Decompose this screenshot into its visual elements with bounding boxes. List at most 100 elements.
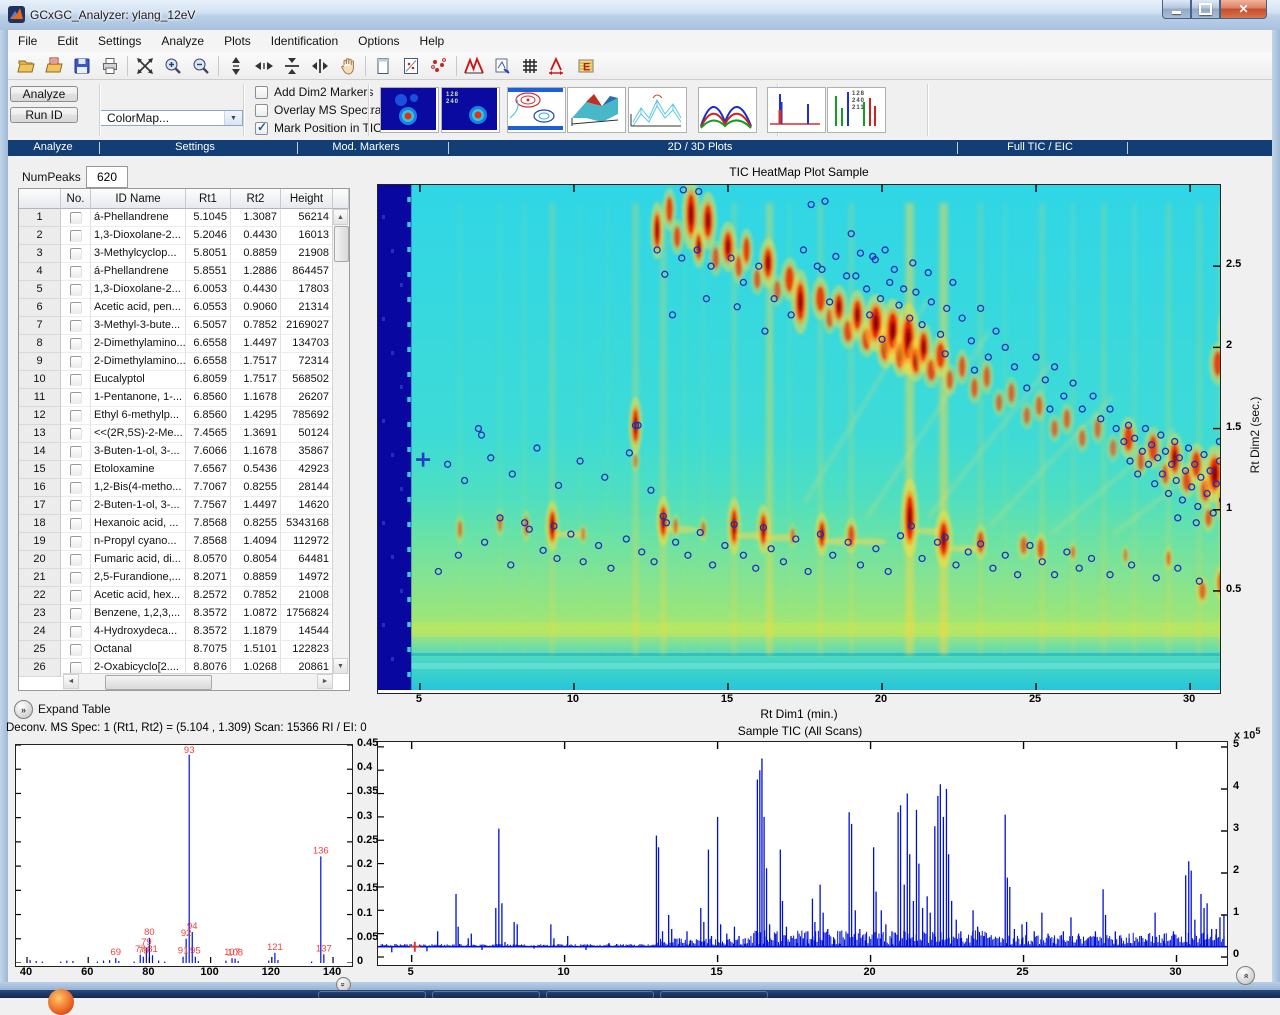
checkbox-add-dim2-markers[interactable]: Add Dim2 Markers bbox=[255, 85, 373, 99]
row-checkbox-cell[interactable] bbox=[61, 281, 91, 299]
cell-height[interactable]: 112972 bbox=[281, 533, 333, 551]
table-row[interactable]: 111-Pentanone, 1-...6.85601.167826207 bbox=[19, 389, 349, 407]
maximize-button[interactable] bbox=[1191, 0, 1220, 19]
cell-id-name[interactable]: Benzene, 1,2,3,... bbox=[91, 605, 186, 623]
cell-rt1[interactable]: 8.2071 bbox=[186, 569, 231, 587]
menu-item-analyze[interactable]: Analyze bbox=[151, 30, 214, 52]
cell-rt2[interactable]: 1.4497 bbox=[231, 497, 281, 515]
checkbox-mark-position-in-tic[interactable]: Mark Position in TIC bbox=[255, 121, 382, 135]
cell-height[interactable]: 14972 bbox=[281, 569, 333, 587]
cell-id-name[interactable]: n-Propyl cyano... bbox=[91, 533, 186, 551]
legend-export-button[interactable]: E bbox=[572, 53, 600, 79]
row-checkbox-cell[interactable] bbox=[61, 443, 91, 461]
row-checkbox-cell[interactable] bbox=[61, 317, 91, 335]
row-checkbox[interactable] bbox=[70, 338, 82, 350]
cell-rt1[interactable]: 8.7075 bbox=[186, 641, 231, 659]
menu-item-options[interactable]: Options bbox=[348, 30, 409, 52]
menu-item-settings[interactable]: Settings bbox=[88, 30, 151, 52]
cell-rt1[interactable]: 6.8560 bbox=[186, 407, 231, 425]
row-checkbox-cell[interactable] bbox=[61, 425, 91, 443]
cell-height[interactable]: 122823 bbox=[281, 641, 333, 659]
row-checkbox-cell[interactable] bbox=[61, 263, 91, 281]
row-checkbox[interactable] bbox=[70, 320, 82, 332]
cell-rt2[interactable]: 1.2886 bbox=[231, 263, 281, 281]
run-id-button[interactable]: Run ID bbox=[10, 107, 78, 123]
cell-rt1[interactable]: 7.6567 bbox=[186, 461, 231, 479]
cell-height[interactable]: 14544 bbox=[281, 623, 333, 641]
row-checkbox[interactable] bbox=[70, 482, 82, 494]
cell-rt1[interactable]: 8.3572 bbox=[186, 605, 231, 623]
checkbox-box[interactable] bbox=[255, 86, 268, 99]
row-checkbox[interactable] bbox=[70, 230, 82, 242]
cell-id-name[interactable]: Acetic acid, pen... bbox=[91, 299, 186, 317]
peak-width-button[interactable] bbox=[544, 53, 572, 79]
row-checkbox-cell[interactable] bbox=[61, 209, 91, 227]
cell-rt2[interactable]: 0.8859 bbox=[231, 245, 281, 263]
table-row[interactable]: 51,3-Dioxolane-2...6.00530.443017803 bbox=[19, 281, 349, 299]
cell-rt2[interactable]: 1.5101 bbox=[231, 641, 281, 659]
column-header-rt1[interactable]: Rt1 bbox=[186, 189, 231, 209]
row-checkbox[interactable] bbox=[70, 554, 82, 566]
cell-rt2[interactable]: 1.3691 bbox=[231, 425, 281, 443]
cell-rt1[interactable]: 7.4565 bbox=[186, 425, 231, 443]
collapse-horizontal-button[interactable] bbox=[306, 53, 334, 79]
cell-height[interactable]: 21908 bbox=[281, 245, 333, 263]
cell-id-name[interactable]: Octanal bbox=[91, 641, 186, 659]
cell-id-name[interactable]: 1,2-Bis(4-metho... bbox=[91, 479, 186, 497]
cell-height[interactable]: 14620 bbox=[281, 497, 333, 515]
numpeaks-input[interactable] bbox=[86, 166, 128, 188]
cell-rt1[interactable]: 6.6558 bbox=[186, 335, 231, 353]
row-checkbox-cell[interactable] bbox=[61, 299, 91, 317]
row-checkbox-cell[interactable] bbox=[61, 389, 91, 407]
cell-rt1[interactable]: 6.0053 bbox=[186, 281, 231, 299]
overlay-peaks-button[interactable] bbox=[460, 53, 488, 79]
cell-id-name[interactable]: 1,3-Dioxolane-2... bbox=[91, 281, 186, 299]
cell-height[interactable]: 864457 bbox=[281, 263, 333, 281]
cell-rt2[interactable]: 1.3087 bbox=[231, 209, 281, 227]
row-checkbox-cell[interactable] bbox=[61, 569, 91, 587]
row-checkbox[interactable] bbox=[70, 410, 82, 422]
cell-rt1[interactable]: 6.8560 bbox=[186, 389, 231, 407]
row-checkbox-cell[interactable] bbox=[61, 605, 91, 623]
scroll-down-icon[interactable]: ▼ bbox=[333, 658, 348, 674]
column-header-rt2[interactable]: Rt2 bbox=[231, 189, 281, 209]
cell-rt1[interactable]: 7.8568 bbox=[186, 515, 231, 533]
peak-pick-button[interactable] bbox=[488, 53, 516, 79]
row-checkbox[interactable] bbox=[70, 662, 82, 674]
cell-height[interactable]: 56214 bbox=[281, 209, 333, 227]
cell-id-name[interactable]: á-Phellandrene bbox=[91, 263, 186, 281]
expand-table-button[interactable]: » bbox=[14, 700, 33, 719]
row-checkbox-cell[interactable] bbox=[61, 587, 91, 605]
cell-rt2[interactable]: 0.8859 bbox=[231, 569, 281, 587]
row-checkbox[interactable] bbox=[70, 266, 82, 278]
row-checkbox[interactable] bbox=[70, 446, 82, 458]
row-checkbox[interactable] bbox=[70, 392, 82, 404]
row-checkbox-cell[interactable] bbox=[61, 533, 91, 551]
row-checkbox[interactable] bbox=[70, 644, 82, 656]
cell-rt2[interactable]: 0.8255 bbox=[231, 515, 281, 533]
cell-height[interactable]: 64481 bbox=[281, 551, 333, 569]
row-checkbox[interactable] bbox=[70, 302, 82, 314]
thumb-full-tic[interactable] bbox=[767, 87, 826, 133]
column-header-no-[interactable]: No. bbox=[61, 189, 91, 209]
table-row[interactable]: 82-Dimethylamino...6.65581.4497134703 bbox=[19, 335, 349, 353]
cell-rt2[interactable]: 1.1678 bbox=[231, 389, 281, 407]
cell-id-name[interactable]: <<(2R,5S)-2-Me... bbox=[91, 425, 186, 443]
analyze-button[interactable]: Analyze bbox=[10, 86, 78, 102]
cell-id-name[interactable]: Acetic acid, hex... bbox=[91, 587, 186, 605]
row-checkbox-cell[interactable] bbox=[61, 461, 91, 479]
cell-height[interactable]: 568502 bbox=[281, 371, 333, 389]
cell-rt2[interactable]: 1.0872 bbox=[231, 605, 281, 623]
menu-item-identification[interactable]: Identification bbox=[261, 30, 348, 52]
grid-button[interactable] bbox=[516, 53, 544, 79]
scroll-left-icon[interactable]: ◄ bbox=[63, 674, 79, 689]
cell-rt1[interactable]: 5.1045 bbox=[186, 209, 231, 227]
row-checkbox[interactable] bbox=[70, 572, 82, 584]
cell-rt1[interactable]: 7.8568 bbox=[186, 533, 231, 551]
cell-id-name[interactable]: 2-Buten-1-ol, 3-... bbox=[91, 497, 186, 515]
thumb-overlay-curves[interactable] bbox=[698, 87, 757, 133]
table-row[interactable]: 13<<(2R,5S)-2-Me...7.45651.369150124 bbox=[19, 425, 349, 443]
cell-height[interactable]: 134703 bbox=[281, 335, 333, 353]
cell-rt1[interactable]: 5.2046 bbox=[186, 227, 231, 245]
cell-id-name[interactable]: Ethyl 6-methylp... bbox=[91, 407, 186, 425]
